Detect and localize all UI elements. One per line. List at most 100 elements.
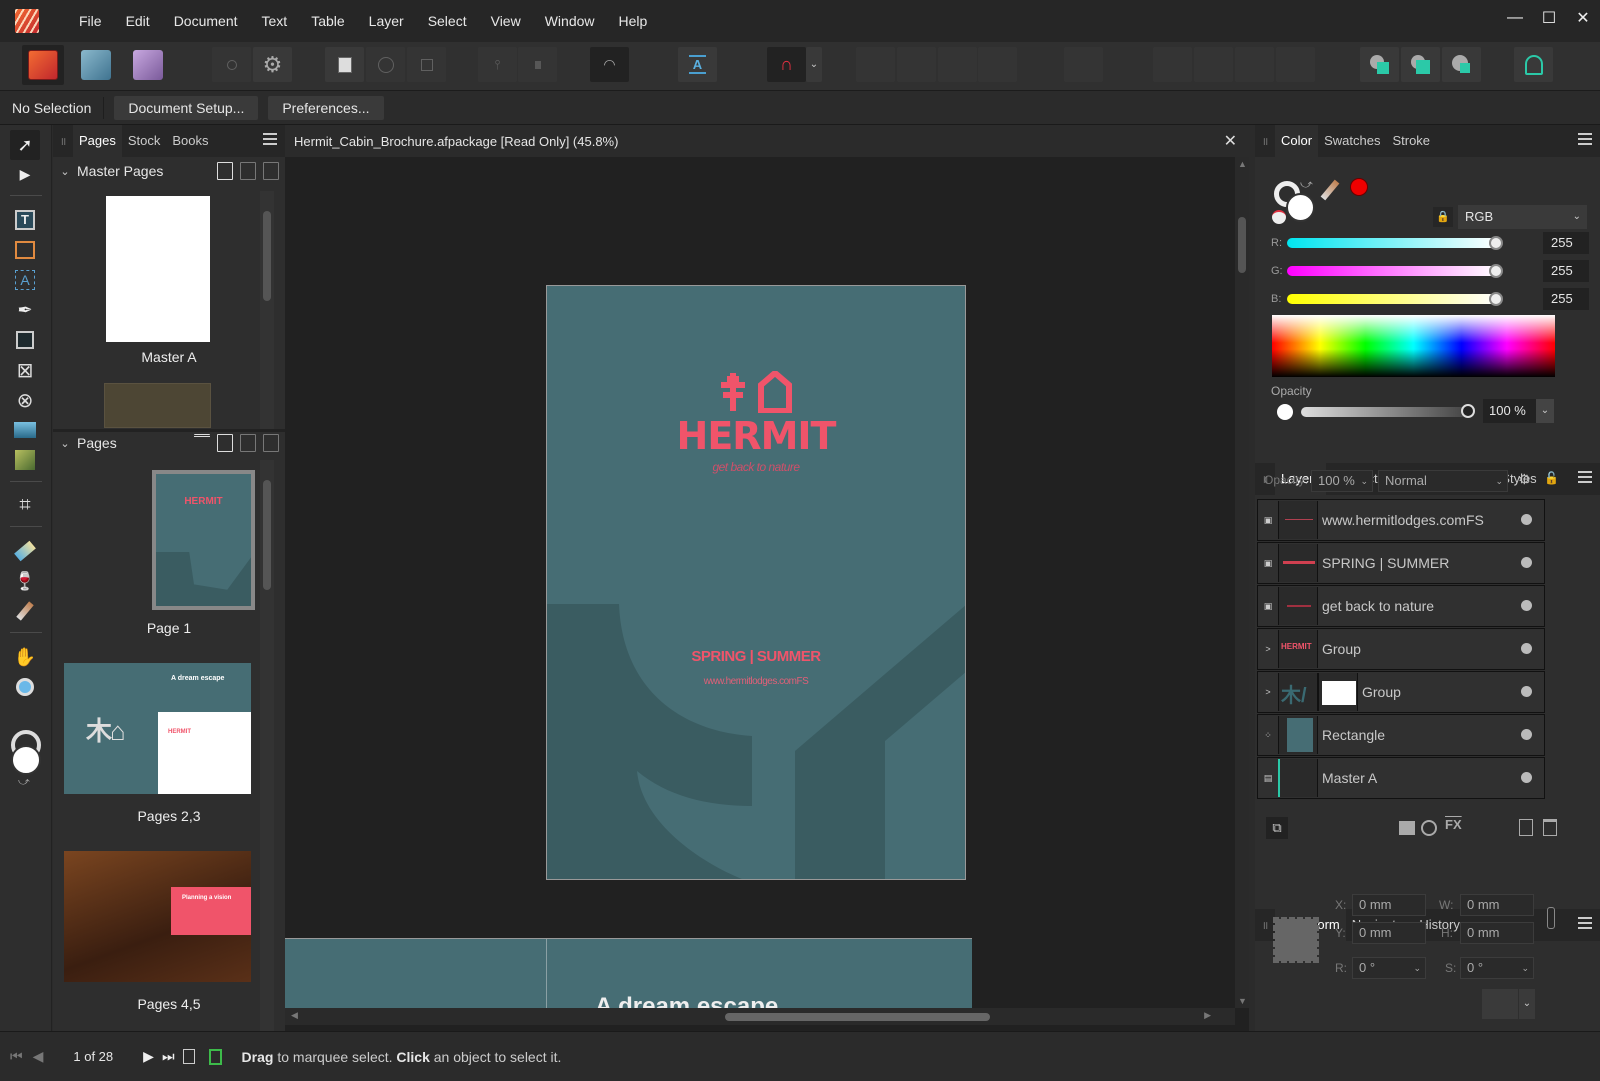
layer-row[interactable]: ⁘ Rectangle xyxy=(1257,714,1545,756)
photo-persona-icon[interactable] xyxy=(133,50,163,80)
settings-button[interactable]: ⚙ xyxy=(253,47,292,82)
align-button[interactable] xyxy=(1064,47,1103,82)
rectangle-tool[interactable] xyxy=(12,327,38,353)
boolean-add-button[interactable] xyxy=(1360,47,1399,82)
width-input[interactable]: 0 mm xyxy=(1460,894,1534,916)
tab-books[interactable]: Books xyxy=(166,125,214,157)
visibility-toggle[interactable] xyxy=(1521,772,1532,783)
master-a-thumbnail[interactable] xyxy=(106,196,210,342)
eyedropper-icon[interactable] xyxy=(1320,179,1340,201)
delete-layer-icon[interactable] xyxy=(1543,819,1557,836)
pen-tool[interactable]: ✒ xyxy=(12,297,38,323)
node-tool[interactable]: ▶ xyxy=(12,161,38,187)
vector-crop-tool[interactable] xyxy=(12,447,38,473)
zoom-tool[interactable] xyxy=(12,674,38,700)
spread-view-icon[interactable] xyxy=(208,1048,222,1065)
menu-layer[interactable]: Layer xyxy=(357,13,416,29)
panel-grip-icon[interactable]: ॥ xyxy=(1255,918,1275,933)
rotate-left-button[interactable] xyxy=(1235,47,1274,82)
arrange-back-button[interactable] xyxy=(897,47,936,82)
blue-value-input[interactable]: 255 xyxy=(1543,288,1589,310)
master-pages-scrollbar[interactable] xyxy=(260,191,274,429)
place-image-tool[interactable] xyxy=(12,417,38,443)
previous-page-icon[interactable]: ◀ xyxy=(33,1048,44,1065)
flip-horizontal-button[interactable] xyxy=(1153,47,1192,82)
picture-frame-rect-tool[interactable]: ⊠ xyxy=(12,357,38,383)
account-button[interactable] xyxy=(1514,47,1553,82)
add-layer-icon[interactable] xyxy=(1519,819,1533,836)
arrange-front-button[interactable] xyxy=(938,47,977,82)
page-setup-button[interactable] xyxy=(325,47,364,82)
swap-colors-icon[interactable]: ⤻ xyxy=(18,776,30,789)
visibility-toggle[interactable] xyxy=(1521,686,1532,697)
lock-aspect-ratio-icon[interactable] xyxy=(1547,907,1555,929)
visibility-toggle[interactable] xyxy=(1521,557,1532,568)
green-value-input[interactable]: 255 xyxy=(1543,260,1589,282)
panel-menu-icon[interactable] xyxy=(1578,133,1592,145)
page-1-thumbnail[interactable]: HERMIT xyxy=(152,470,255,610)
opacity-slider-handle[interactable] xyxy=(1461,404,1475,418)
x-position-input[interactable]: 0 mm xyxy=(1352,894,1426,916)
blue-slider-handle[interactable] xyxy=(1489,292,1503,306)
pages-header[interactable]: ⌄ Pages xyxy=(53,429,285,457)
document-setup-button[interactable]: Document Setup... xyxy=(114,95,259,120)
red-slider[interactable] xyxy=(1287,238,1497,248)
document-horizontal-scrollbar[interactable]: ◀ ▶ xyxy=(285,1008,1235,1025)
last-page-icon[interactable]: ⏭ xyxy=(162,1048,175,1065)
tab-stock[interactable]: Stock xyxy=(122,125,167,157)
anchor-point-selector[interactable] xyxy=(1273,917,1319,963)
picked-color-swatch[interactable] xyxy=(1350,178,1368,196)
delete-master-icon[interactable] xyxy=(263,162,279,180)
visibility-toggle[interactable] xyxy=(1521,600,1532,611)
visibility-toggle[interactable] xyxy=(1521,643,1532,654)
layer-row[interactable]: ▣ www.hermitlodges.comFS xyxy=(1257,499,1545,541)
snapping-dropdown[interactable]: ⌄ xyxy=(806,47,822,82)
layer-row[interactable]: > 木/ Group xyxy=(1257,671,1545,713)
next-spread-pages-2-3[interactable]: A dream escape xyxy=(285,938,972,1008)
chevron-down-icon[interactable]: ⌄ xyxy=(1519,989,1535,1019)
table-tool[interactable] xyxy=(12,237,38,263)
lock-icon[interactable]: 🔒 xyxy=(1433,207,1453,227)
frame-text-tool[interactable]: T xyxy=(12,207,38,233)
green-slider-handle[interactable] xyxy=(1489,264,1503,278)
visibility-toggle[interactable] xyxy=(1521,729,1532,740)
add-master-icon[interactable] xyxy=(217,162,233,180)
delete-page-icon[interactable] xyxy=(263,434,279,452)
red-slider-handle[interactable] xyxy=(1489,236,1503,250)
arrange-forward-button[interactable] xyxy=(856,47,895,82)
artistic-text-tool[interactable]: A xyxy=(12,267,38,293)
move-tool[interactable]: ➚ xyxy=(10,130,40,160)
duplicate-master-icon[interactable] xyxy=(240,162,256,180)
pages-scrollbar[interactable] xyxy=(260,460,274,1031)
height-input[interactable]: 0 mm xyxy=(1460,922,1534,944)
menu-window[interactable]: Window xyxy=(533,13,607,29)
publisher-persona-button[interactable] xyxy=(22,45,64,85)
blend-mode-select[interactable]: Normal ⌄ xyxy=(1378,470,1508,492)
opacity-slider[interactable] xyxy=(1301,407,1467,417)
scroll-left-icon[interactable]: ◀ xyxy=(291,1010,298,1021)
master-b-thumbnail[interactable] xyxy=(104,383,211,428)
chevron-down-icon[interactable]: ⌄ xyxy=(53,165,77,178)
circle-frame-button[interactable] xyxy=(366,47,405,82)
panel-menu-icon[interactable] xyxy=(263,133,277,145)
document-vertical-scrollbar[interactable]: ▲ ▼ xyxy=(1235,157,1249,1008)
transform-origin-button[interactable] xyxy=(1482,989,1518,1019)
gradient-tool[interactable] xyxy=(12,538,38,564)
flip-vertical-button[interactable] xyxy=(1194,47,1233,82)
blue-slider[interactable] xyxy=(1287,294,1497,304)
visibility-toggle[interactable] xyxy=(1521,514,1532,525)
adjustment-icon[interactable] xyxy=(1421,820,1437,836)
designer-persona-icon[interactable] xyxy=(81,50,111,80)
duplicate-page-icon[interactable] xyxy=(240,434,256,452)
panel-menu-icon[interactable] xyxy=(1578,917,1592,929)
rotate-right-button[interactable] xyxy=(1276,47,1315,82)
tab-swatches[interactable]: Swatches xyxy=(1318,125,1386,157)
minimize-button[interactable]: — xyxy=(1498,0,1532,36)
opacity-dropdown[interactable]: ⌄ xyxy=(1536,399,1554,423)
page-options-icon[interactable] xyxy=(194,434,210,452)
tab-pages[interactable]: Pages xyxy=(73,125,122,157)
arrange-layers-icon[interactable]: ⧉ xyxy=(1266,817,1288,839)
preview-mode-button[interactable]: ◠ xyxy=(590,47,629,82)
layer-opacity-select[interactable]: 100 % ⌄ xyxy=(1311,470,1373,492)
crop-tool[interactable]: ⌗ xyxy=(12,492,38,518)
